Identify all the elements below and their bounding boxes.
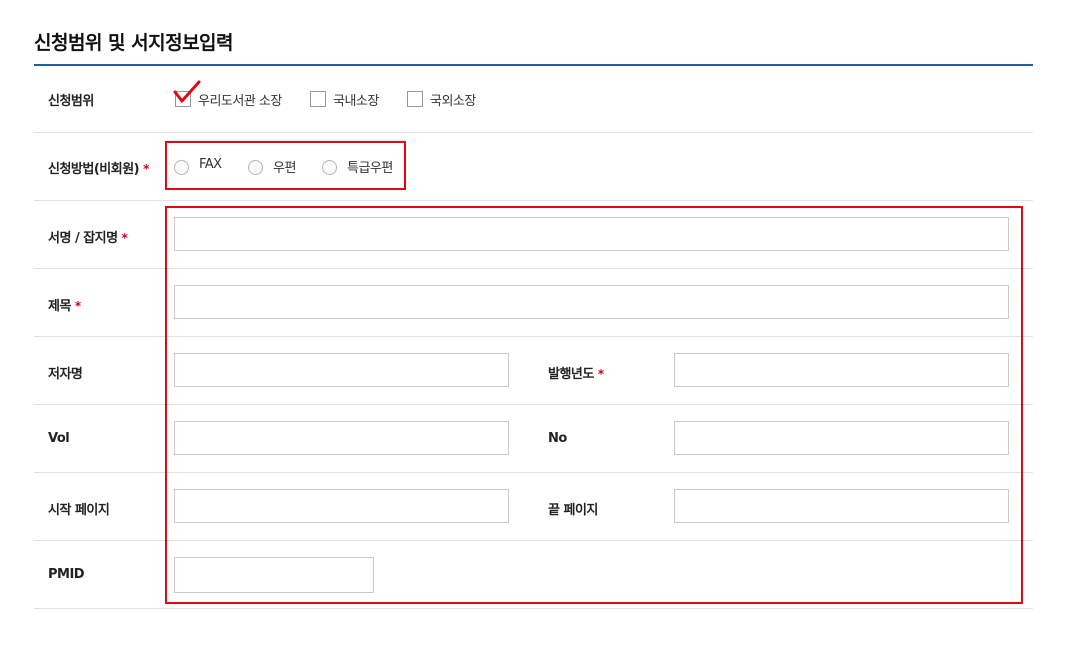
- checkbox-overseas[interactable]: [407, 91, 423, 107]
- required-mark: *: [143, 162, 149, 176]
- scope-row: 신청범위 우리도서관 소장 국내소장 국외소장: [34, 66, 1033, 133]
- book-title-label: 서명 / 잡지명 *: [48, 231, 128, 246]
- fields-highlight-box: [165, 206, 1023, 604]
- scope-option-label: 우리도서관 소장: [198, 94, 282, 109]
- method-highlight-box: [165, 141, 406, 190]
- section-title: 신청범위 및 서지정보입력: [34, 32, 234, 54]
- method-label: 신청방법(비회원) *: [48, 162, 149, 177]
- scope-option-label: 국외소장: [430, 94, 476, 109]
- start-page-label: 시작 페이지: [48, 503, 110, 518]
- checkbox-domestic[interactable]: [310, 91, 326, 107]
- required-mark: *: [74, 299, 81, 313]
- vol-label: Vol: [48, 431, 70, 446]
- article-title-label: 제목 *: [48, 299, 81, 314]
- author-label: 저자명: [48, 367, 83, 382]
- scope-option-label: 국내소장: [333, 94, 379, 109]
- scope-label: 신청범위: [48, 94, 94, 109]
- pmid-label: PMID: [48, 567, 85, 582]
- required-mark: *: [121, 231, 128, 245]
